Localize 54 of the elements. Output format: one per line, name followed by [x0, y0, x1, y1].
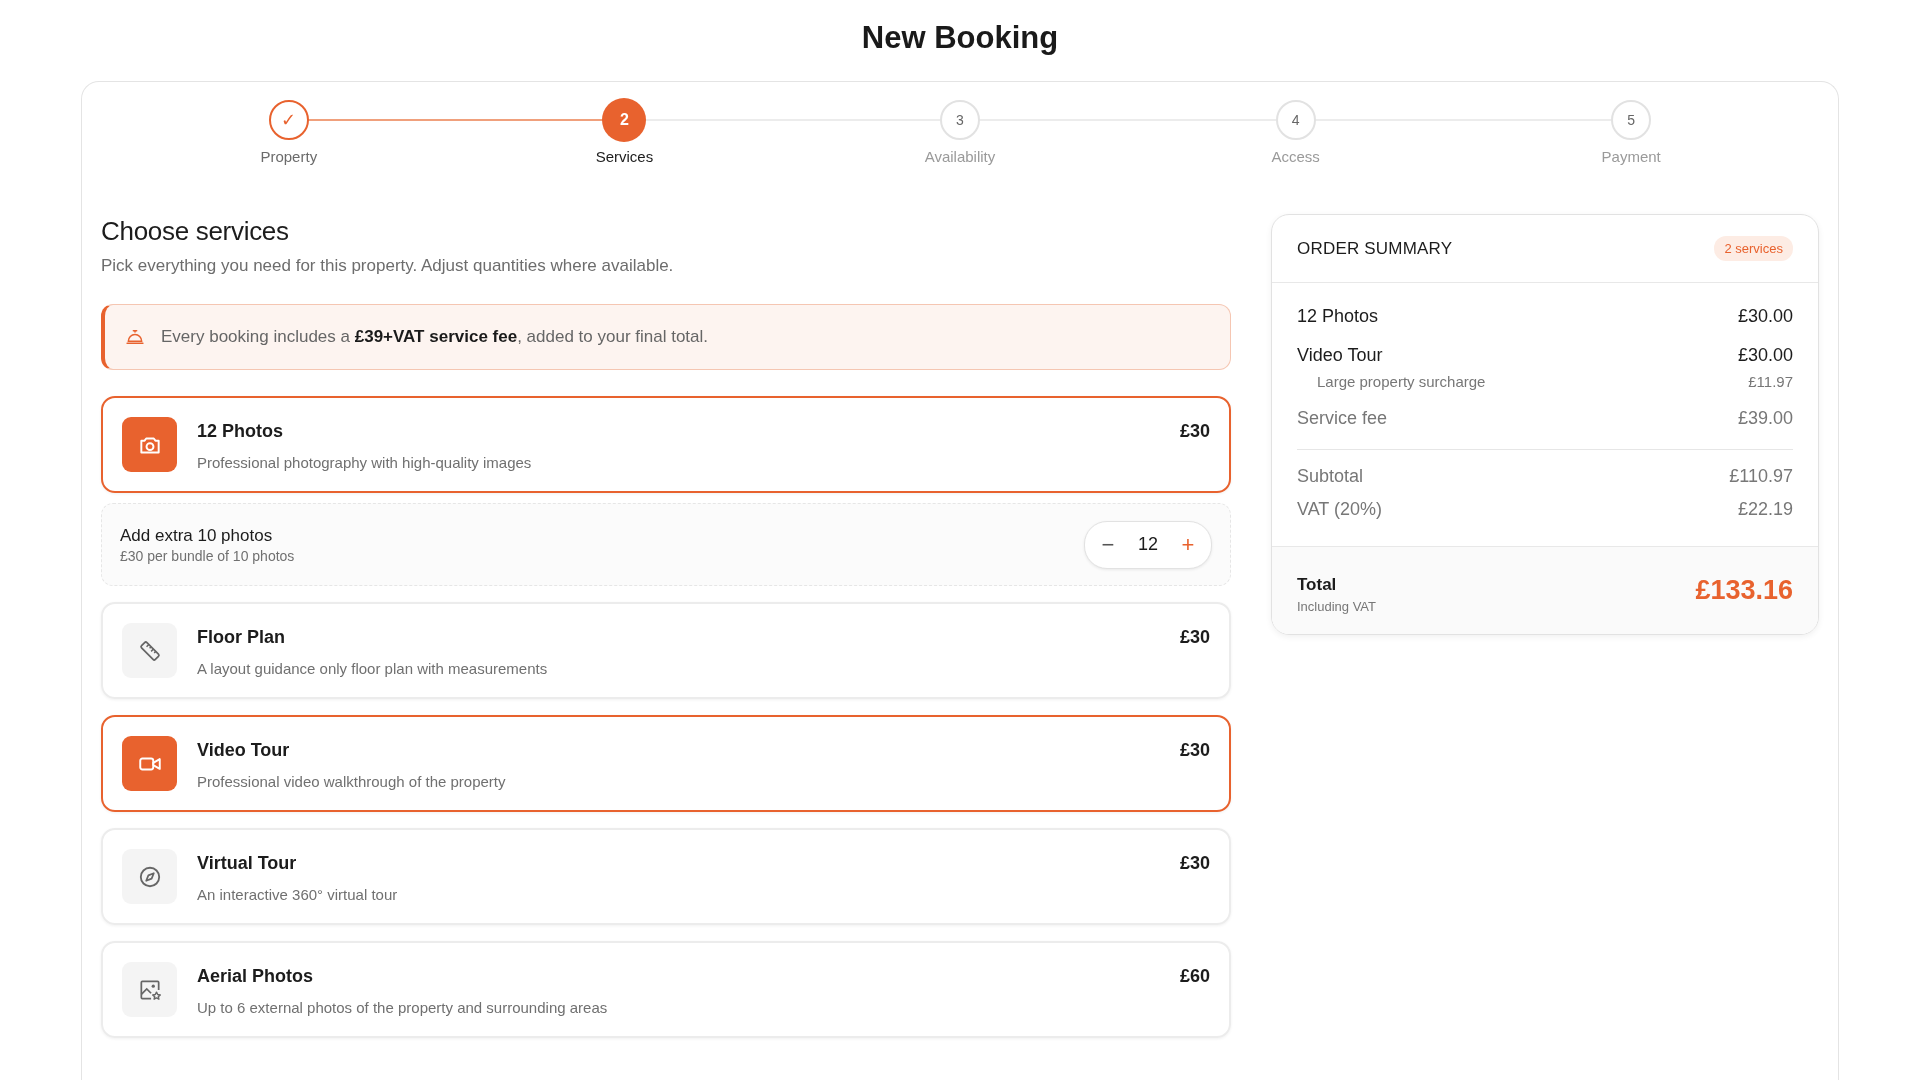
section-heading: Choose services — [101, 216, 290, 247]
service-description: Professional video walkthrough of the property — [197, 773, 507, 790]
quantity-value: 12 — [1137, 534, 1159, 555]
service-description: Professional photography with high-quality images — [197, 454, 533, 471]
total-label: Total — [1297, 575, 1338, 595]
line-amount: £22.19 — [1737, 499, 1793, 520]
step-marker[interactable]: ✓ — [268, 100, 309, 140]
service-card[interactable]: Video Tour Professional video walkthrough of the property £30 — [101, 715, 1231, 812]
service-title: Virtual Tour — [197, 853, 298, 874]
service-title: Aerial Photos — [197, 966, 315, 987]
count-badge: 2 services — [1714, 236, 1793, 261]
service-card[interactable]: Aerial Photos Up to 6 external photos of the property and surrounding areas £60 — [101, 941, 1231, 1038]
service-price: £30 — [1179, 739, 1210, 761]
line-label: Video Tour — [1297, 345, 1383, 366]
line-amount: £110.97 — [1729, 466, 1793, 487]
service-description: A layout guidance only floor plan with measurements — [197, 660, 549, 677]
addon-description: £30 per bundle of 10 photos — [120, 547, 295, 564]
service-price: £60 — [1179, 965, 1210, 987]
line-label: VAT (20%) — [1297, 499, 1383, 520]
step-label[interactable]: Services — [595, 148, 654, 165]
total-note: Including VAT — [1297, 599, 1376, 614]
service-price: £30 — [1179, 852, 1210, 874]
line-amount: £11.97 — [1748, 373, 1793, 390]
service-title: Floor Plan — [197, 627, 286, 648]
service-card[interactable]: Virtual Tour An interactive 360° virtual tour £30 — [101, 828, 1231, 925]
increment-button[interactable]: + — [1171, 531, 1205, 558]
service-description: An interactive 360° virtual tour — [197, 886, 399, 903]
step-label[interactable]: Property — [260, 148, 318, 165]
summary-title: ORDER SUMMARY — [1297, 238, 1453, 259]
line-amount: £30.00 — [1737, 345, 1793, 366]
service-price: £30 — [1179, 420, 1210, 442]
service-title: Video Tour — [197, 740, 291, 761]
line-label: Subtotal — [1297, 466, 1364, 487]
step-marker[interactable]: 3 — [940, 100, 980, 140]
step-marker[interactable]: 2 — [602, 98, 647, 142]
service-card[interactable]: 12 Photos Professional photography with high-quality images £30 — [101, 396, 1231, 493]
addon-title: Add extra 10 photos — [120, 525, 274, 546]
total-amount: £133.16 — [1695, 575, 1793, 606]
service-card[interactable]: Floor Plan A layout guidance only floor plan with measurements £30 — [101, 602, 1231, 699]
line-amount: £39.00 — [1737, 408, 1793, 429]
service-bell-icon — [125, 327, 145, 347]
line-amount: £30.00 — [1737, 306, 1793, 327]
decrement-button[interactable]: − — [1091, 531, 1125, 558]
notice-text: Every booking includes a £39+VAT service fee, added to your final total. — [161, 327, 709, 347]
service-title: 12 Photos — [197, 421, 285, 442]
line-label: Service fee — [1297, 408, 1388, 429]
service-price: £30 — [1179, 626, 1210, 648]
step-marker[interactable]: 4 — [1275, 100, 1316, 140]
section-subtitle: Pick everything you need for this property. Adjust quantities where available. — [101, 256, 675, 276]
line-label: 12 Photos — [1297, 306, 1379, 327]
step-marker[interactable]: 5 — [1611, 100, 1652, 140]
line-label: Large property surcharge — [1317, 373, 1486, 390]
service-description: Up to 6 external photos of the property and surrounding areas — [197, 999, 609, 1016]
page-title: New Booking — [860, 19, 1060, 57]
